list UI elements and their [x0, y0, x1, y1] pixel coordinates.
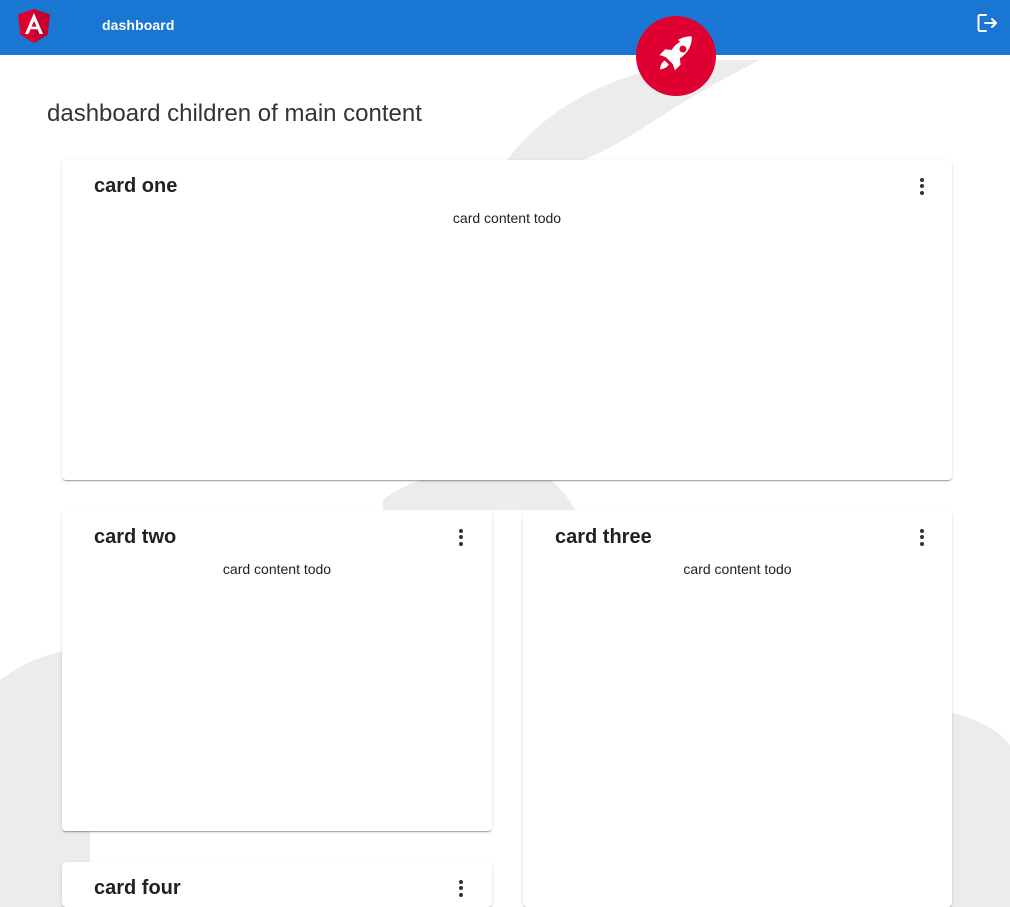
- card-menu-button[interactable]: [910, 174, 934, 198]
- card-content: card content todo: [683, 561, 792, 577]
- card-three: card three card content todo: [523, 511, 952, 907]
- card-title: card four: [94, 877, 181, 899]
- rocket-icon: [659, 36, 692, 71]
- angular-logo-icon[interactable]: [18, 9, 50, 43]
- app-page: dashboard dashboard children of main con…: [0, 0, 1010, 907]
- card-one: card one card content todo: [62, 160, 952, 480]
- card-menu-button[interactable]: [449, 876, 473, 900]
- logout-button[interactable]: [975, 11, 1001, 35]
- card-two: card two card content todo: [62, 511, 492, 831]
- more-vert-icon: [920, 528, 924, 546]
- page-title: dashboard children of main content: [47, 100, 422, 127]
- card-title: card one: [94, 175, 178, 197]
- more-vert-icon: [920, 177, 924, 195]
- card-content: card content todo: [452, 210, 562, 226]
- top-toolbar: dashboard: [0, 0, 1010, 55]
- card-content: card content todo: [222, 561, 332, 577]
- card-title: card two: [94, 526, 177, 548]
- toolbar-title[interactable]: dashboard: [102, 17, 174, 33]
- card-menu-button[interactable]: [910, 525, 934, 549]
- more-vert-icon: [459, 879, 463, 897]
- card-four: card four: [62, 862, 492, 907]
- logout-icon: [977, 14, 997, 32]
- more-vert-icon: [459, 528, 463, 546]
- card-menu-button[interactable]: [449, 525, 473, 549]
- card-title: card three: [555, 526, 652, 548]
- rocket-badge: [636, 16, 716, 96]
